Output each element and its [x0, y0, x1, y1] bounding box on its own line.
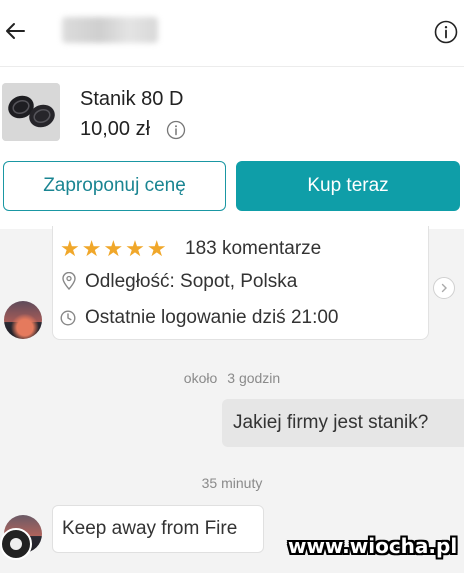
- last-login: Ostatnie logowanie dziś 21:00: [85, 307, 339, 328]
- chevron-right-icon: [441, 283, 447, 293]
- timestamp-value: 3 godzin: [227, 370, 281, 386]
- seller-profile-card[interactable]: ★★★★★ 183 komentarze Odległość: Sopot, P…: [52, 226, 429, 340]
- location-pin-icon: [62, 272, 76, 290]
- watermark-text: www.wiocha.pl: [288, 534, 458, 558]
- watermark-logo: [0, 528, 32, 560]
- clock-icon: [60, 310, 76, 326]
- item-summary: Stanik 80 D 10,00 zł Zaproponuj cenę Kup…: [0, 66, 464, 229]
- blurred-username: [62, 17, 158, 43]
- rating-stars: ★★★★★: [60, 236, 169, 261]
- item-price: 10,00 zł: [80, 118, 151, 140]
- seller-avatar[interactable]: [4, 301, 42, 339]
- incoming-message: Keep away from Fire: [52, 505, 264, 553]
- info-circle-icon[interactable]: [434, 20, 458, 44]
- timestamp-prefix: około: [183, 370, 218, 386]
- make-offer-button[interactable]: Zaproponuj cenę: [3, 161, 226, 211]
- item-title: Stanik 80 D: [80, 88, 184, 110]
- top-bar: [0, 0, 464, 66]
- buy-now-button[interactable]: Kup teraz: [236, 161, 460, 211]
- seller-location: Odległość: Sopot, Polska: [85, 271, 298, 292]
- chat-timestamp: około 3 godzin: [0, 370, 464, 386]
- review-count: 183 komentarze: [185, 238, 322, 259]
- info-circle-icon[interactable]: [166, 120, 186, 140]
- outgoing-message: Jakiej firmy jest stanik?: [222, 399, 464, 447]
- arrow-left-icon[interactable]: [4, 20, 26, 42]
- item-thumbnail[interactable]: [2, 83, 60, 141]
- chat-timestamp: 35 minuty: [201, 475, 263, 491]
- profile-chevron-button[interactable]: [433, 277, 455, 299]
